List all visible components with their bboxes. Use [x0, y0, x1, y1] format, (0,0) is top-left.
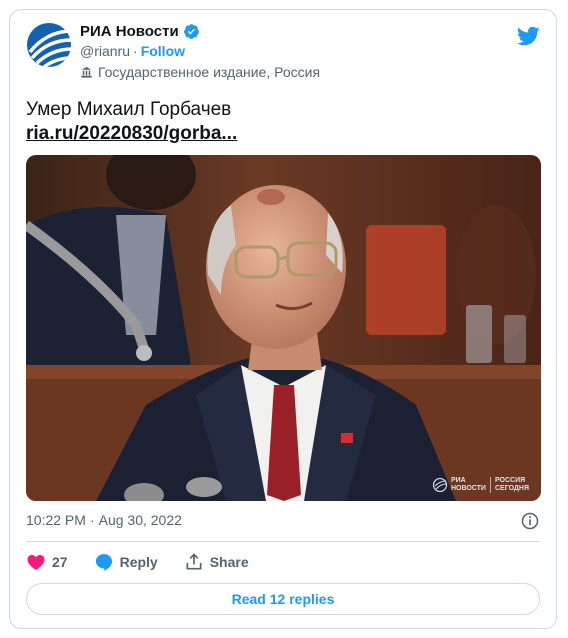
account-label-text: Государственное издание, Россия — [98, 64, 321, 80]
reply-button[interactable]: Reply — [94, 552, 158, 572]
divider — [26, 541, 540, 542]
embedded-tweet-card[interactable]: РИА Новости @rianru · Follow Государственн… — [9, 9, 557, 629]
tweet-text: Умер Михаил Горбачев — [26, 99, 232, 120]
account-label[interactable]: Государственное издание, Россия — [80, 64, 320, 80]
government-building-icon — [81, 66, 92, 78]
handle-row: @rianru · Follow — [80, 43, 185, 59]
twitter-bird-icon[interactable] — [516, 24, 540, 48]
watermark-line-2: НОВОСТИ — [450, 485, 486, 492]
watermark-text-left: РИА НОВОСТИ — [451, 477, 486, 493]
like-button[interactable]: 27 — [26, 552, 68, 572]
like-count: 27 — [52, 554, 68, 570]
ria-watermark-icon — [432, 478, 447, 492]
watermark-text-right: РОССИЯ СЕГОДНЯ — [495, 477, 529, 493]
speech-bubble-icon — [95, 554, 112, 571]
account-handle[interactable]: @rianru — [80, 43, 130, 59]
share-button[interactable]: Share — [184, 552, 249, 572]
account-name[interactable]: РИА Новости — [80, 23, 179, 40]
tweet-link[interactable]: ria.ru/20220830/gorba... — [26, 123, 237, 145]
watermark-line-4: СЕГОДНЯ — [494, 485, 529, 492]
timestamp-separator: · — [89, 512, 95, 528]
watermark-line-1: РИА — [450, 477, 466, 484]
account-name-row: РИА Новости — [80, 23, 200, 40]
heart-icon — [27, 555, 45, 570]
photo-watermark: РИА НОВОСТИ РОССИЯ СЕГОДНЯ — [432, 477, 529, 493]
tweet-photo[interactable]: РИА НОВОСТИ РОССИЯ СЕГОДНЯ — [26, 155, 541, 501]
info-icon[interactable] — [520, 511, 540, 531]
separator-dot: · — [133, 43, 138, 59]
read-replies-button[interactable]: Read 12 replies — [26, 583, 540, 615]
speaker-photo — [26, 155, 541, 501]
tweet-time: 10:22 PM — [26, 512, 86, 528]
share-label: Share — [209, 554, 249, 570]
verified-badge-icon — [183, 24, 199, 39]
watermark-separator — [489, 477, 491, 493]
watermark-line-3: РОССИЯ — [494, 477, 526, 484]
ria-globe-logo[interactable] — [26, 22, 72, 68]
tweet-date: Aug 30, 2022 — [98, 512, 182, 528]
follow-button[interactable]: Follow — [141, 43, 185, 59]
tweet-timestamp[interactable]: 10:22 PM · Aug 30, 2022 — [26, 512, 182, 528]
action-bar: 27 Reply Share — [26, 550, 275, 574]
reply-label: Reply — [119, 554, 158, 570]
share-icon — [186, 553, 202, 570]
